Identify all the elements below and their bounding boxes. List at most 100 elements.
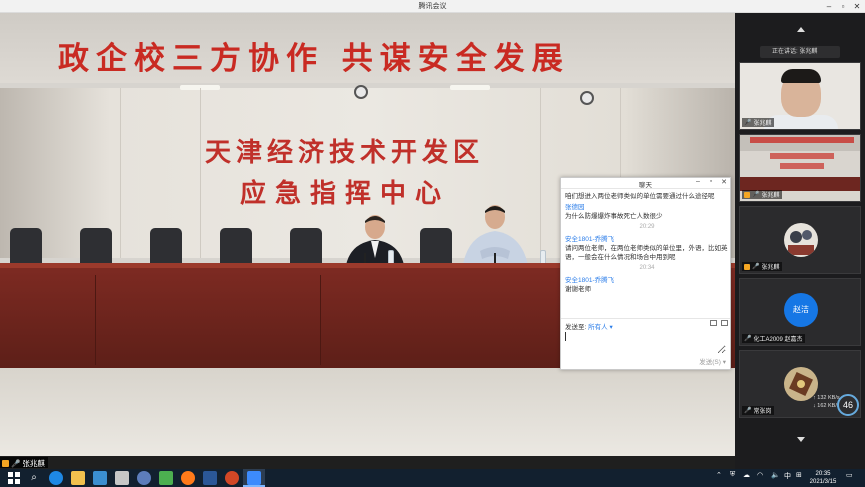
edge-icon[interactable]: [49, 471, 63, 485]
participant-tile[interactable]: 🎤 张兆麒: [739, 62, 861, 130]
speaking-indicator: 正在讲话: 张兆麒: [760, 46, 840, 58]
participant-tile[interactable]: 🎤 张兆麒: [739, 134, 861, 202]
cpu-usage-badge[interactable]: 46: [837, 394, 859, 416]
mini-banner: [750, 137, 854, 143]
media-icon[interactable]: [159, 471, 173, 485]
taskbar-clock[interactable]: 20:35 2021/3/15: [805, 470, 841, 486]
chat-header: 聊天 – ▫ ✕: [561, 178, 730, 189]
wall-panel-line: [120, 88, 121, 258]
send-button[interactable]: 发送(S) ▾: [699, 356, 726, 366]
chat-message-list[interactable]: 咱们想进入两位老师类似的单位需要通过什么途径呢 张德园 为什么防爆爆炸事故死亡人…: [565, 192, 729, 296]
chat-message-body: 谢谢老师: [565, 286, 591, 293]
host-icon: [744, 263, 750, 270]
windows-start-icon[interactable]: [7, 471, 21, 485]
word-icon[interactable]: [203, 471, 217, 485]
mini-table: [740, 177, 860, 191]
chat-message-sender: 安全1801-乔腾飞: [565, 277, 615, 284]
microphone-icon: 🎤: [11, 458, 21, 468]
mini-sign: [780, 163, 824, 169]
clock-date: 2021/3/15: [809, 479, 837, 485]
tile-name: 张兆麒: [761, 265, 780, 271]
chat-message-sender: 张德园: [565, 204, 585, 211]
tray-chevron-icon[interactable]: ⌃: [716, 471, 722, 479]
table-panel-line: [95, 275, 96, 365]
wall-panel-line: [200, 88, 201, 258]
chat-maximize-button[interactable]: ▫: [706, 178, 716, 185]
firefox-icon[interactable]: [181, 471, 195, 485]
send-to-row: 发送至: 所有人 ▾: [561, 318, 730, 331]
speaker-status-icon: [2, 459, 9, 467]
maximize-button[interactable]: ▫: [836, 0, 850, 13]
store-icon[interactable]: [93, 471, 107, 485]
ime-indicator[interactable]: 中: [784, 471, 791, 481]
speaking-label: 正在讲话: 张兆麒: [772, 49, 818, 55]
tile-label: 🎤 常张岗: [742, 406, 774, 415]
volume-icon[interactable]: 🔈: [771, 471, 780, 479]
chair: [80, 228, 112, 266]
tile-label: 🎤 张兆麒: [742, 118, 774, 127]
microphone-icon: 🎤: [744, 120, 752, 126]
window-title: 腾讯会议: [418, 3, 447, 10]
microphone-icon: 🎤: [752, 264, 760, 270]
floor: [0, 368, 735, 456]
tile-label: 🎤 化工A2009 赵嘉杰: [742, 334, 805, 343]
ime-mode-icon[interactable]: ⊞: [796, 471, 802, 479]
meeting-app: 腾讯会议 – ▫ ✕ 政企校三方协作 共谋安全发展 天津经济技术开发区 应急指挥…: [0, 0, 865, 487]
active-speaker-tag: 🎤 张兆麒: [0, 457, 48, 468]
microphone-muted-icon: 🎤: [744, 408, 752, 414]
microphone-icon: 🎤: [752, 192, 760, 198]
chat-window[interactable]: 聊天 – ▫ ✕ 咱们想进入两位老师类似的单位需要通过什么途径呢 张德园 为什么…: [560, 177, 731, 370]
download-rate: ↓ 162: [813, 403, 827, 409]
file-explorer-icon[interactable]: [71, 471, 85, 485]
tile-name: 张兆麒: [753, 121, 772, 127]
image-icon[interactable]: [710, 320, 717, 326]
powerpoint-icon[interactable]: [225, 471, 239, 485]
chat-input[interactable]: [565, 330, 726, 354]
meeting-tray-icon[interactable]: ☁: [743, 471, 750, 479]
network-stats: ↑ 132 KB/s ↓ 162 KB/s: [813, 394, 840, 410]
participant-hair: [781, 69, 821, 83]
mini-sign: [770, 153, 834, 159]
tencent-meeting-icon[interactable]: [247, 471, 261, 485]
chat-close-button[interactable]: ✕: [719, 178, 729, 186]
chat-timestamp: 20:29: [639, 224, 655, 230]
tile-name: 常张岗: [753, 409, 772, 415]
chat-message-body: 咱们想进入两位老师类似的单位需要通过什么途径呢: [565, 193, 715, 200]
chair: [290, 228, 322, 266]
participant-avatar: 赵洁: [784, 293, 818, 327]
chat-title: 聊天: [639, 182, 652, 189]
search-icon[interactable]: ⌕: [27, 471, 41, 485]
scroll-down-arrow-icon[interactable]: [797, 437, 805, 442]
notification-icon[interactable]: ▭: [846, 471, 853, 479]
table-panel-line: [320, 275, 321, 365]
chair: [10, 228, 42, 266]
chair: [150, 228, 182, 266]
tile-label: 🎤 张兆麒: [742, 190, 782, 199]
participant-tile[interactable]: 🎤 张兆麒: [739, 206, 861, 274]
file-icon[interactable]: [721, 320, 728, 326]
participant-avatar: [784, 223, 818, 257]
minimize-button[interactable]: –: [822, 0, 836, 13]
speaker-name: 张兆麒: [22, 458, 45, 468]
chat-timestamp: 20:34: [639, 265, 655, 271]
text-cursor: [565, 332, 566, 341]
ceiling-light: [450, 85, 490, 90]
security-shield-icon[interactable]: ⛨: [730, 471, 735, 479]
close-button[interactable]: ✕: [850, 0, 864, 13]
tile-name: 化工A2009 赵嘉杰: [753, 337, 803, 343]
microphone-muted-icon: 🎤: [744, 336, 752, 342]
scroll-up-arrow-icon[interactable]: [797, 27, 805, 32]
tile-name: 张兆麒: [761, 193, 780, 199]
taskbar: [0, 469, 865, 487]
chat-message-body: 请问两位老师，在两位老师类似的单位里，外语，比如英语，一般会在什么情况和场合中用…: [565, 245, 728, 261]
browser-icon[interactable]: [137, 471, 151, 485]
chat-message-body: 为什么防爆爆炸事故死亡人数很少: [565, 213, 663, 220]
wall-panel-line: [540, 88, 541, 258]
chat-minimize-button[interactable]: –: [693, 178, 703, 185]
host-icon: [744, 191, 750, 198]
chat-message-sender: 安全1801-乔腾飞: [565, 236, 615, 243]
banner-text: 政企校三方协作 共谋安全发展: [58, 41, 570, 77]
participant-tile[interactable]: 赵洁 🎤 化工A2009 赵嘉杰: [739, 278, 861, 346]
app-icon[interactable]: [115, 471, 129, 485]
network-icon[interactable]: ◠: [757, 471, 763, 479]
